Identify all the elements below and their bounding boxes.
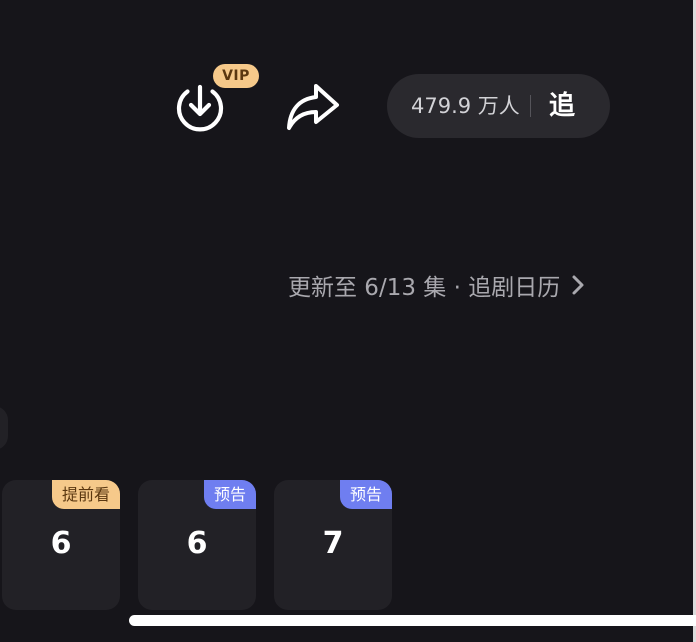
episode-card[interactable]: 预告 6 xyxy=(138,480,256,610)
chevron-right-icon xyxy=(568,272,588,298)
follow-label: 追 xyxy=(549,91,576,121)
episode-card[interactable]: 预告 7 xyxy=(274,480,392,610)
video-detail-panel: VIP 479.9 万人 追 更新至 6/13 集 · 追剧日历 提前看 6 预… xyxy=(0,0,696,642)
follow-button[interactable]: 479.9 万人 追 xyxy=(387,74,610,138)
download-button[interactable] xyxy=(172,80,228,136)
early-access-badge: 提前看 xyxy=(51,480,120,509)
home-indicator xyxy=(129,615,696,626)
follow-divider xyxy=(530,95,531,117)
share-button[interactable] xyxy=(284,80,342,136)
episode-number: 6 xyxy=(50,526,72,561)
partial-tab[interactable] xyxy=(0,406,8,450)
update-status-text: 更新至 6/13 集 · 追剧日历 xyxy=(288,275,561,301)
update-calendar-link[interactable]: 更新至 6/13 集 · 追剧日历 xyxy=(288,266,588,304)
episode-number: 6 xyxy=(186,526,208,561)
follow-count: 479.9 万人 xyxy=(411,94,520,118)
trailer-badge: 预告 xyxy=(339,480,392,509)
trailer-badge: 预告 xyxy=(203,480,256,509)
vip-badge: VIP xyxy=(213,64,259,88)
share-icon xyxy=(287,84,339,130)
download-icon xyxy=(176,84,224,132)
episode-card[interactable]: 提前看 6 xyxy=(2,480,120,610)
episode-number: 7 xyxy=(322,526,344,561)
